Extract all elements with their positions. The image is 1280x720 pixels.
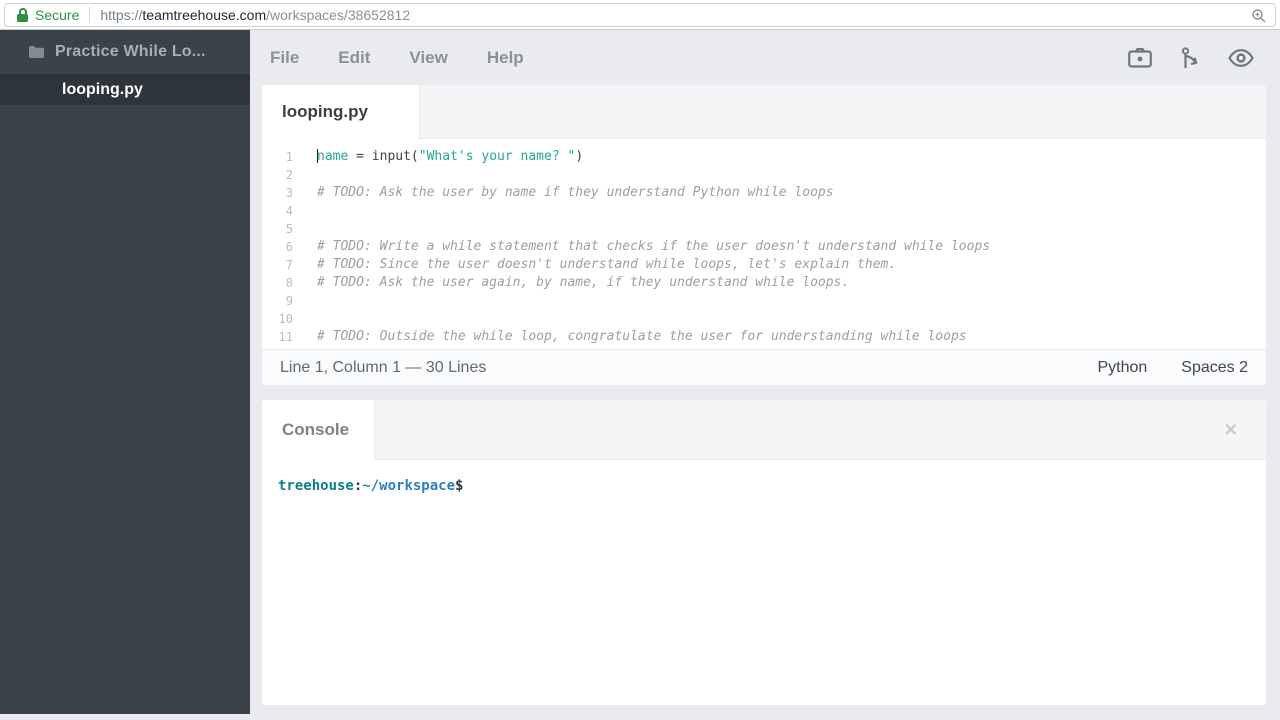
menu-items: File Edit View Help: [270, 30, 524, 85]
code-line[interactable]: 1 name = input("What's your name? "): [262, 148, 1266, 166]
line-number: 11: [278, 330, 293, 344]
tab-looping-py[interactable]: looping.py: [262, 85, 420, 139]
code-editor[interactable]: 1 name = input("What's your name? ") 2 3 # T…: [262, 139, 1266, 349]
line-number: 6: [285, 240, 293, 254]
menubar: File Edit View Help: [250, 30, 1280, 85]
line-content: name = input("What's your name? "): [293, 148, 583, 166]
editor-statusbar: Line 1, Column 1 — 30 Lines Python Space…: [262, 349, 1266, 385]
url-divider: [89, 7, 91, 23]
editor-tabbar: looping.py: [262, 85, 1266, 139]
sidebar-folder-practice-while-loops[interactable]: Practice While Lo...: [0, 30, 250, 74]
code-token-comment: # TODO: Write a while statement that che…: [317, 239, 991, 254]
sidebar: Practice While Lo... looping.py: [0, 30, 250, 714]
line-number: 2: [285, 168, 293, 182]
folder-icon: [28, 45, 45, 59]
line-number: 3: [285, 186, 293, 200]
code-token-comment: # TODO: Ask the user again, by name, if …: [317, 275, 850, 290]
sidebar-folder-label: Practice While Lo...: [55, 43, 206, 60]
camera-icon[interactable]: [1128, 47, 1152, 68]
code-line[interactable]: 7 # TODO: Since the user doesn't understa…: [262, 256, 1266, 274]
code-token-comment: # TODO: Ask the user by name if they und…: [317, 185, 834, 200]
code-line[interactable]: 9: [262, 292, 1266, 310]
menu-item-help[interactable]: Help: [487, 48, 524, 68]
menu-item-edit[interactable]: Edit: [338, 48, 370, 68]
code-line[interactable]: 10: [262, 310, 1266, 328]
text-caret: [317, 148, 318, 163]
line-number: 1: [285, 150, 293, 164]
code-line[interactable]: 5: [262, 220, 1266, 238]
line-number: 8: [285, 276, 293, 290]
code-token-comment: # TODO: Since the user doesn't understan…: [317, 257, 897, 272]
line-content: # TODO: Since the user doesn't understan…: [293, 256, 896, 274]
code-token-variable: name: [317, 149, 349, 164]
code-token-comment: # TODO: Outside the while loop, congratu…: [317, 329, 967, 344]
indent-selector[interactable]: Spaces 2: [1181, 359, 1248, 377]
browser-bar: Secure https://teamtreehouse.com/workspa…: [0, 0, 1280, 30]
line-content: # TODO: Ask the user by name if they und…: [293, 184, 834, 202]
language-selector[interactable]: Python: [1097, 359, 1147, 377]
code-token-plain: = input(: [348, 149, 419, 164]
line-number: 4: [285, 204, 293, 218]
menu-item-file[interactable]: File: [270, 48, 299, 68]
prompt-path: ~/workspace: [362, 478, 456, 494]
line-content: # TODO: Outside the while loop, congratu…: [293, 328, 967, 346]
eye-icon[interactable]: [1228, 48, 1254, 67]
close-icon[interactable]: ✕: [1224, 421, 1238, 438]
line-number: 7: [285, 258, 293, 272]
prompt-symbol: $: [455, 478, 464, 494]
console-panel: Console ✕ treehouse:~/workspace$: [262, 400, 1266, 705]
cursor-position-status: Line 1, Column 1 — 30 Lines: [280, 358, 487, 376]
terminal[interactable]: treehouse:~/workspace$: [262, 460, 1266, 690]
tab-label: looping.py: [282, 102, 368, 121]
line-content: # TODO: Ask the user again, by name, if …: [293, 274, 849, 292]
code-token-plain: ): [575, 149, 584, 164]
url-field[interactable]: Secure https://teamtreehouse.com/workspa…: [4, 3, 1276, 27]
code-line[interactable]: 4: [262, 202, 1266, 220]
code-line[interactable]: 11 # TODO: Outside the while loop, congra…: [262, 328, 1266, 346]
url-text[interactable]: https://teamtreehouse.com/workspaces/386…: [100, 7, 410, 23]
url-path: /workspaces/38652812: [266, 7, 411, 23]
fork-icon[interactable]: [1180, 46, 1200, 69]
console-tabbar: Console ✕: [262, 400, 1266, 460]
url-domain: teamtreehouse.com: [142, 7, 267, 23]
line-content: [293, 310, 317, 328]
line-content: [293, 166, 317, 184]
code-token-string: "What's your name? ": [418, 149, 576, 164]
code-line[interactable]: 2: [262, 166, 1266, 184]
line-number: 5: [285, 222, 293, 236]
lock-icon[interactable]: [17, 8, 28, 22]
sidebar-file-looping-py[interactable]: looping.py: [0, 74, 250, 105]
code-line[interactable]: 8 # TODO: Ask the user again, by name, if…: [262, 274, 1266, 292]
line-number: 10: [278, 312, 293, 326]
line-content: # TODO: Write a while statement that che…: [293, 238, 990, 256]
line-number: 9: [285, 294, 293, 308]
secure-label: Secure: [35, 7, 80, 23]
code-line[interactable]: 6 # TODO: Write a while statement that ch…: [262, 238, 1266, 256]
line-content: [293, 220, 317, 238]
menu-item-view[interactable]: View: [409, 48, 447, 68]
tab-console[interactable]: Console: [262, 400, 375, 460]
line-content: [293, 202, 317, 220]
prompt-user: treehouse: [278, 478, 354, 494]
editor-panel: looping.py 1 name = input("What's your na…: [262, 85, 1266, 385]
zoom-in-icon[interactable]: [1251, 8, 1267, 24]
line-content: [293, 292, 317, 310]
url-scheme: https://: [100, 7, 143, 23]
console-tab-label: Console: [282, 420, 350, 439]
menu-icons: [1128, 30, 1254, 85]
terminal-prompt: treehouse:~/workspace$: [278, 478, 463, 494]
code-line[interactable]: 3 # TODO: Ask the user by name if they un…: [262, 184, 1266, 202]
